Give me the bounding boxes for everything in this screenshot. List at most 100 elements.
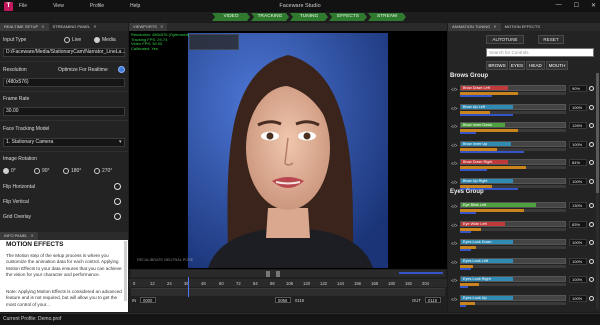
control-value-field[interactable]: 100% [569, 177, 587, 185]
menu-view[interactable]: View [53, 3, 64, 9]
recalibrate-neutral-button[interactable]: RECALIBRATE NEUTRAL POSE [137, 258, 193, 262]
code-icon[interactable]: </> [451, 87, 458, 92]
close-icon[interactable]: ✕ [93, 23, 96, 31]
in-frame-field[interactable]: 0000 [140, 297, 156, 303]
control-value-field[interactable]: 100% [569, 239, 587, 246]
control-slider[interactable]: Brow Down Right [460, 159, 566, 165]
workflow-step-tracking[interactable]: TRACKING [251, 13, 289, 21]
control-slider[interactable]: Eye Wide Left [460, 220, 566, 227]
control-value-field[interactable]: 126% [569, 122, 587, 129]
control-enable-toggle[interactable] [589, 240, 594, 245]
workflow-step-effects[interactable]: EFFECTS [329, 13, 367, 21]
filter-mouth-button[interactable]: MOUTH [546, 61, 568, 70]
video-viewport[interactable]: Resolution: 480x576 (Optimized) Tracking… [129, 31, 447, 269]
minimize-button[interactable]: — [556, 2, 562, 9]
optimize-toggle[interactable] [118, 66, 125, 73]
control-enable-toggle[interactable] [589, 295, 594, 301]
close-icon[interactable]: ✕ [31, 232, 34, 240]
control-enable-toggle[interactable] [589, 123, 594, 128]
control-slider[interactable]: Brow Down Left [460, 85, 566, 91]
menu-file[interactable]: File [19, 3, 27, 9]
control-value-field[interactable]: 83% [569, 220, 587, 228]
control-enable-toggle[interactable] [589, 277, 594, 282]
stop-button[interactable] [276, 271, 280, 277]
workflow-step-stream[interactable]: STREAM [368, 13, 406, 21]
code-icon[interactable]: </> [451, 204, 458, 209]
control-value-field[interactable]: 100% [569, 257, 587, 265]
control-value-field[interactable]: 100% [569, 294, 587, 302]
tab-realtime-setup[interactable]: REALTIME SETUP ✕ [0, 23, 49, 31]
rotation-90-radio[interactable] [34, 168, 40, 174]
tab-motion-effects[interactable]: MOTION EFFECTS [501, 23, 544, 31]
filter-brows-button[interactable]: BROWS [486, 61, 508, 70]
input-media-radio[interactable] [94, 37, 100, 43]
control-slider[interactable]: Eyes Look Up [460, 294, 566, 301]
play-button[interactable] [266, 271, 270, 277]
control-enable-toggle[interactable] [589, 141, 594, 147]
rotation-0-radio[interactable] [3, 168, 9, 174]
playhead[interactable] [188, 277, 189, 297]
close-icon[interactable]: ✕ [493, 23, 496, 31]
media-path-field[interactable]: D:/Faceware/Media/StationaryCam/Narrator… [3, 48, 126, 57]
control-slider[interactable]: Brow Inner Up [460, 140, 566, 147]
control-enable-toggle[interactable] [589, 178, 594, 184]
code-icon[interactable]: </> [451, 180, 458, 185]
control-value-field[interactable]: 84% [569, 159, 587, 166]
resolution-field[interactable]: (480x576) [3, 78, 125, 87]
control-slider[interactable]: Brow Up Right [460, 177, 566, 184]
control-enable-toggle[interactable] [589, 104, 594, 110]
filter-eyes-button[interactable]: EYES [509, 61, 525, 70]
tab-info-panel[interactable]: INFO PANEL ✕ [0, 232, 38, 240]
flip-horizontal-toggle[interactable] [114, 183, 121, 190]
out-frame-field[interactable]: 0119 [425, 297, 441, 303]
code-icon[interactable]: </> [451, 223, 458, 228]
tab-streaming-panel[interactable]: STREAMING PANEL ✕ [49, 23, 101, 31]
menu-profile[interactable]: Profile [90, 3, 104, 9]
code-icon[interactable]: </> [451, 143, 458, 148]
menu-help[interactable]: Help [130, 3, 140, 9]
close-button[interactable]: ✕ [591, 2, 596, 9]
close-icon[interactable]: ✕ [41, 23, 44, 31]
code-icon[interactable]: </> [451, 260, 458, 265]
control-value-field[interactable]: 130% [569, 202, 587, 209]
control-value-field[interactable]: 100% [569, 276, 587, 283]
timeline-track[interactable] [131, 288, 445, 296]
control-value-field[interactable]: 90% [569, 85, 587, 92]
input-live-radio[interactable] [64, 37, 70, 43]
rotation-180-radio[interactable] [63, 168, 69, 174]
control-slider[interactable]: Brow Inner Down [460, 122, 566, 128]
close-icon[interactable]: ✕ [160, 23, 163, 31]
code-icon[interactable]: </> [451, 278, 458, 283]
control-enable-toggle[interactable] [589, 86, 594, 91]
flip-vertical-toggle[interactable] [114, 198, 121, 205]
control-slider[interactable]: Eyes Look Left [460, 257, 566, 264]
control-enable-toggle[interactable] [589, 203, 594, 208]
maximize-button[interactable]: ☐ [574, 2, 579, 9]
current-frame-field[interactable]: 0056 [275, 297, 291, 303]
volume-slider[interactable] [399, 272, 443, 274]
control-enable-toggle[interactable] [589, 160, 594, 165]
workflow-step-tuning[interactable]: TUNING [290, 13, 328, 21]
autotune-button[interactable]: AUTOTUNE [486, 35, 524, 44]
code-icon[interactable]: </> [451, 124, 458, 129]
code-icon[interactable]: </> [451, 297, 458, 302]
control-slider[interactable]: Eye Blink Left [460, 202, 566, 208]
tab-viewports[interactable]: VIEWPORTS ✕ [129, 23, 168, 31]
filter-head-button[interactable]: HEAD [526, 61, 545, 70]
code-icon[interactable]: </> [451, 161, 458, 166]
control-value-field[interactable]: 100% [569, 140, 587, 148]
control-enable-toggle[interactable] [589, 258, 594, 264]
frame-rate-field[interactable]: 30.00 [3, 107, 125, 116]
control-enable-toggle[interactable] [589, 221, 594, 227]
control-slider[interactable]: Eyes Look Down [460, 239, 566, 245]
workflow-step-video[interactable]: VIDEO [212, 13, 250, 21]
search-input[interactable]: Search for Controls [486, 48, 594, 57]
control-slider[interactable]: Eyes Look Right [460, 276, 566, 282]
code-icon[interactable]: </> [451, 241, 458, 246]
tuning-scrollbar[interactable] [596, 73, 599, 309]
grid-overlay-toggle[interactable] [114, 213, 121, 220]
control-value-field[interactable]: 100% [569, 103, 587, 111]
viewport-options-dropdown[interactable] [189, 34, 239, 50]
scrollbar-thumb[interactable] [596, 73, 599, 193]
info-scrollbar[interactable] [124, 241, 127, 301]
